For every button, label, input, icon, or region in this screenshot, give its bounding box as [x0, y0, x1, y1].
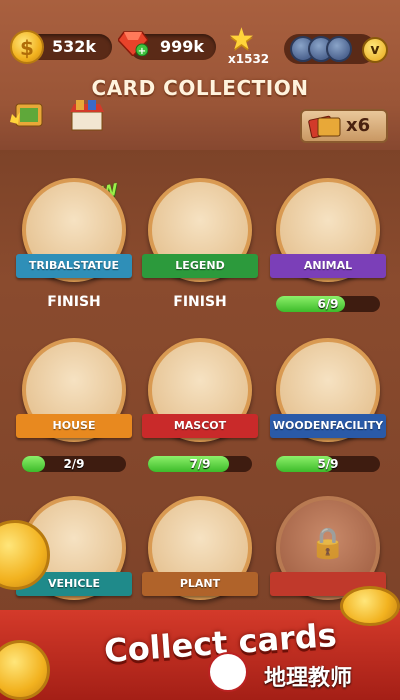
card-label-animal: ANIMAL: [270, 254, 386, 278]
star-count: x1532: [228, 52, 270, 66]
card-status: FINISH: [47, 294, 101, 310]
watermark-logo: [208, 652, 248, 692]
progress-bar: 7/9: [148, 456, 252, 472]
vip-icon[interactable]: v: [362, 37, 388, 63]
svg-text:+: +: [138, 46, 146, 56]
gem-amount: 999k: [160, 37, 205, 56]
card-pack-icon: [308, 115, 341, 139]
card-pack-button[interactable]: x6: [300, 109, 388, 143]
card-status: FINISH: [173, 294, 227, 310]
lock-icon: 🔒: [309, 526, 347, 561]
coin-amount: 532k: [52, 37, 97, 56]
card-pack-count: x6: [346, 115, 371, 136]
card-label-woodenfacility: WOODENFACILITY: [270, 414, 386, 438]
card-label-plant: PLANT: [142, 572, 258, 596]
progress-text: 7/9: [189, 457, 211, 471]
progress-bar: 2/9: [22, 456, 126, 472]
card-label-legend: LEGEND: [142, 254, 258, 278]
progress-text: 5/9: [317, 457, 339, 471]
card-label-mascot: MASCOT: [142, 414, 258, 438]
progress-bar: 5/9: [276, 456, 380, 472]
shop-icon[interactable]: [66, 98, 108, 134]
progress-text: 2/9: [63, 457, 85, 471]
card-label-house: HOUSE: [16, 414, 132, 438]
badge-icon: [326, 36, 352, 62]
progress-text: 6/9: [317, 297, 339, 311]
progress-bar: 6/9: [276, 296, 380, 312]
coin-icon: $: [10, 30, 44, 64]
coin-icon: [340, 586, 400, 626]
trophy-icon[interactable]: [6, 98, 48, 134]
gem-icon: +: [118, 31, 148, 56]
page-title: CARD COLLECTION: [91, 76, 309, 100]
card-label-tribalstatue: TRIBALSTATUE: [16, 254, 132, 278]
watermark-text: 地理教师: [264, 666, 353, 691]
